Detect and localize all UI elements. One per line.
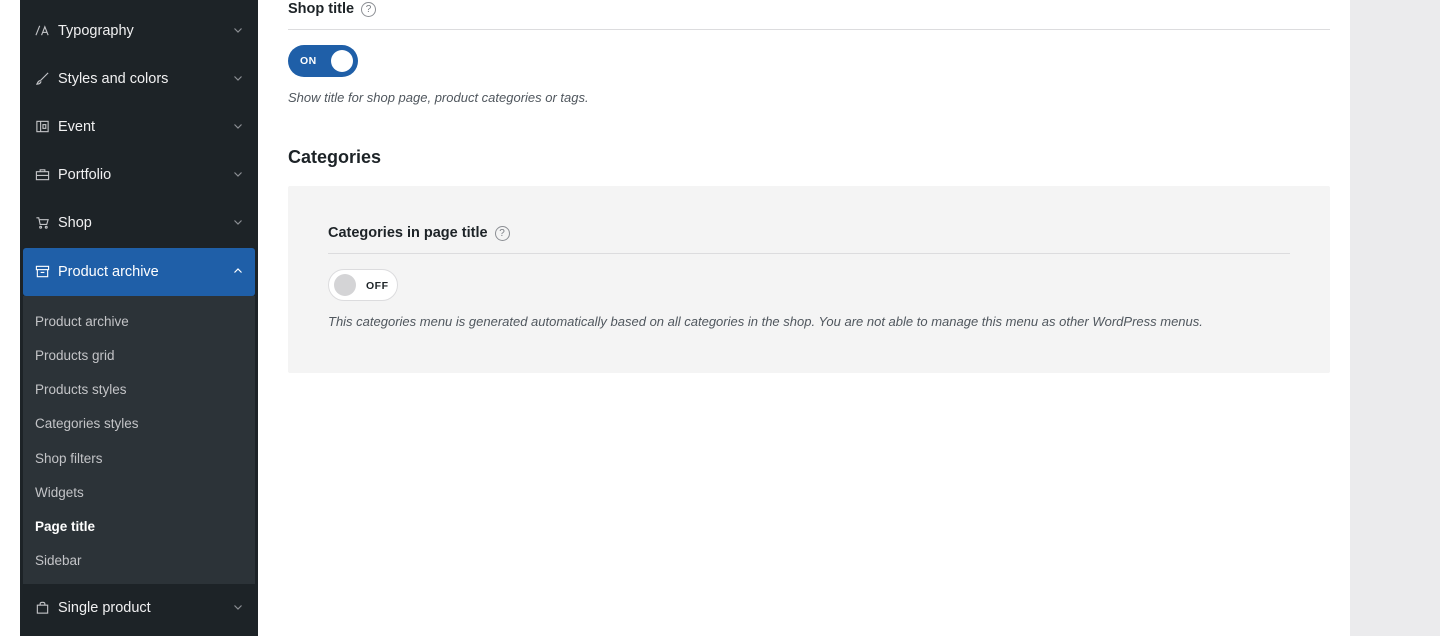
chevron-down-icon — [234, 172, 242, 177]
sidebar-item-portfolio[interactable]: Portfolio — [23, 151, 255, 199]
categories-in-title-label: Categories in page title — [328, 225, 488, 241]
toggle-knob — [331, 50, 353, 72]
sidebar-item-product-archive[interactable]: Product archive — [23, 248, 255, 296]
toggle-state-label: ON — [300, 55, 317, 67]
submenu-item-sidebar[interactable]: Sidebar — [35, 553, 82, 573]
sidebar-item-label: Product archive — [58, 264, 159, 280]
chevron-down-icon — [234, 605, 242, 610]
chevron-down-icon — [234, 76, 242, 81]
toggle-knob — [334, 274, 356, 296]
chevron-down-icon — [234, 220, 242, 225]
shop-title-description: Show title for shop page, product catego… — [288, 90, 589, 105]
categories-in-title-toggle[interactable]: OFF — [328, 269, 398, 301]
sidebar-item-label: Typography — [58, 23, 134, 39]
categories-section-heading: Categories — [288, 147, 382, 167]
shop-title-label: Shop title — [288, 1, 355, 17]
sidebar-item-shop[interactable]: Shop — [23, 199, 255, 247]
right-gutter — [1350, 0, 1440, 636]
help-icon[interactable]: ? — [494, 225, 510, 241]
archive-icon — [35, 264, 51, 280]
sidebar-item-label: Single product — [58, 600, 151, 616]
briefcase-icon — [35, 167, 51, 183]
submenu-item-categories-styles[interactable]: Categories styles — [35, 416, 139, 436]
sidebar-item-single-product[interactable]: Single product — [23, 584, 255, 632]
categories-in-title-description: This categories menu is generated automa… — [328, 314, 1203, 329]
submenu-item-page-title[interactable]: Page title — [35, 519, 95, 539]
categories-panel: Categories in page title ? OFF This cate… — [288, 186, 1330, 373]
sidebar-item-styles-and-colors[interactable]: Styles and colors — [23, 55, 255, 103]
divider — [288, 29, 1330, 30]
shop-title-toggle[interactable]: ON — [288, 45, 358, 77]
categories-in-title-field-label: Categories in page title ? — [328, 225, 510, 241]
cart-icon — [35, 215, 51, 231]
submenu-item-product-archive[interactable]: Product archive — [35, 314, 129, 334]
sidebar-item-label: Portfolio — [58, 167, 112, 183]
sidebar-item-typography[interactable]: Typography — [23, 7, 255, 55]
chevron-up-icon — [234, 268, 242, 273]
help-icon[interactable]: ? — [361, 1, 377, 17]
settings-sidebar: Typography Styles and colors Event Portf… — [20, 0, 258, 636]
submenu-item-shop-filters[interactable]: Shop filters — [35, 451, 103, 471]
typography-icon — [35, 23, 51, 39]
sidebar-item-label: Event — [58, 119, 96, 135]
calendar-icon — [35, 119, 51, 135]
left-edge — [0, 0, 20, 636]
submenu-item-products-styles[interactable]: Products styles — [35, 382, 127, 402]
sidebar-item-label: Styles and colors — [58, 71, 169, 87]
submenu-item-widgets[interactable]: Widgets — [35, 485, 84, 505]
sidebar-item-event[interactable]: Event — [23, 103, 255, 151]
product-archive-submenu: Product archive Products grid Products s… — [23, 296, 255, 584]
divider — [328, 253, 1290, 254]
toggle-state-label: OFF — [366, 280, 389, 292]
sidebar-item-label: Shop — [58, 215, 92, 231]
submenu-item-products-grid[interactable]: Products grid — [35, 348, 115, 368]
shop-title-field-label: Shop title ? — [288, 1, 377, 17]
chevron-down-icon — [234, 28, 242, 33]
chevron-down-icon — [234, 124, 242, 129]
bag-icon — [35, 600, 51, 616]
brush-icon — [35, 71, 51, 87]
